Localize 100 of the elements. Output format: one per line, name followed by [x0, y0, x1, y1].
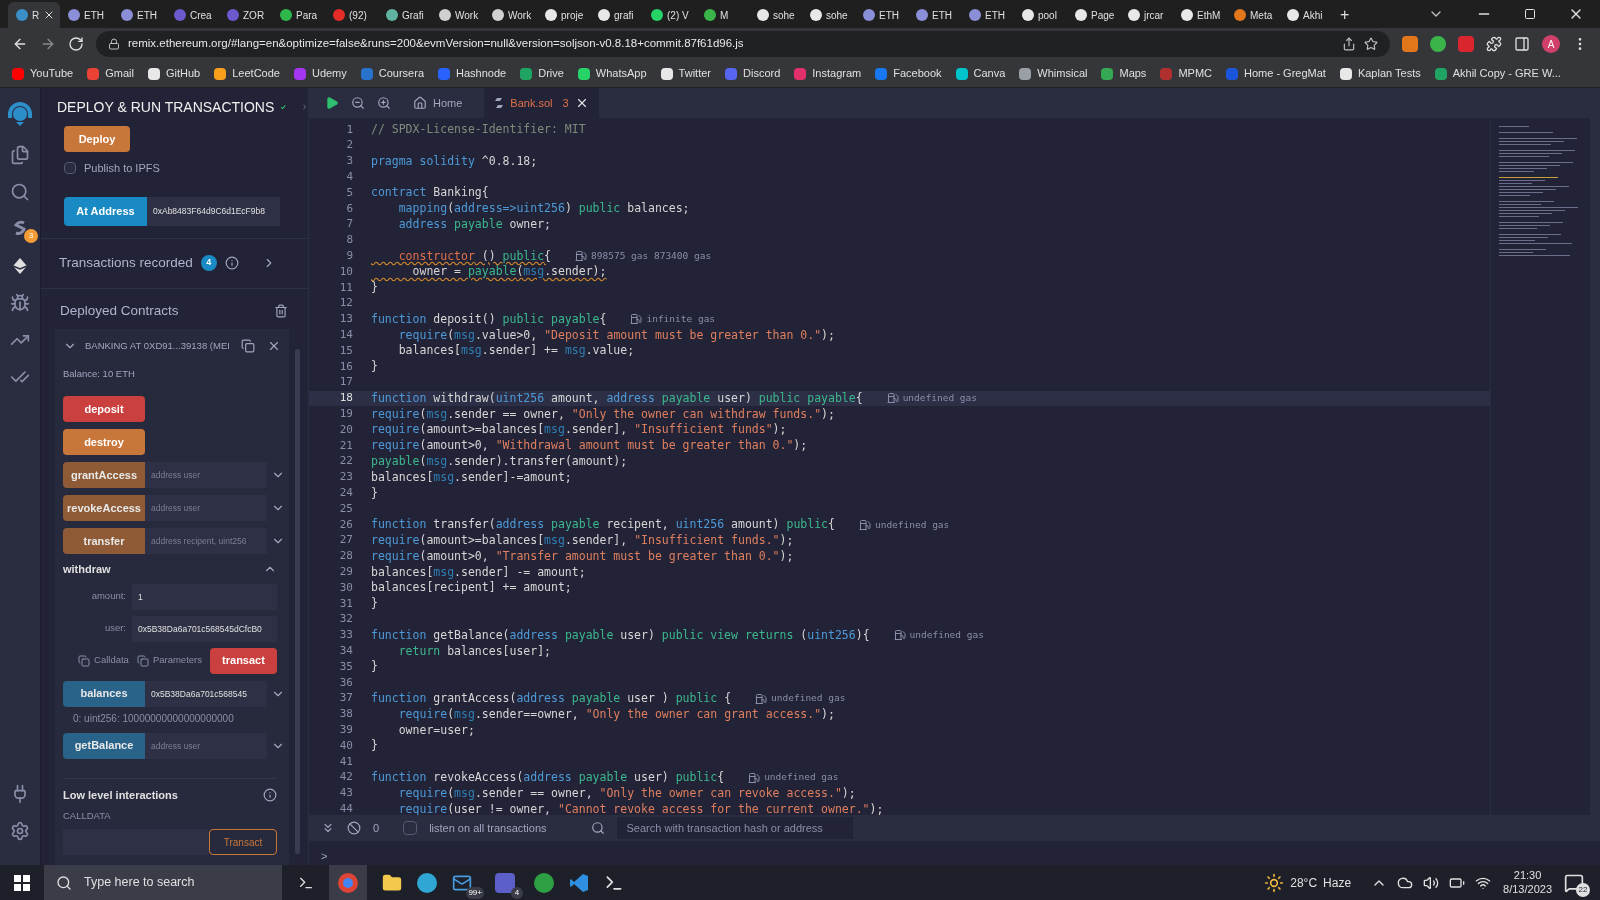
clear-icon[interactable]	[347, 821, 361, 835]
function-button[interactable]: revokeAccess	[63, 495, 145, 521]
browser-tab[interactable]: grafi	[590, 2, 643, 28]
extensions-icon[interactable]	[1486, 36, 1502, 52]
parameters-button[interactable]: Parameters	[136, 653, 202, 668]
param-field[interactable]: 0x5B38Da6a701c568545dCfcB0	[132, 615, 277, 642]
bookmark[interactable]: Drive	[520, 65, 564, 82]
browser-tab[interactable]: ZOR	[219, 2, 272, 28]
browser-tab[interactable]: Para	[272, 2, 325, 28]
address-input[interactable]: 0xAb8483F64d9C6d1EcF9b8	[147, 196, 280, 226]
at-address-button[interactable]: At Address	[64, 196, 147, 226]
argument-field[interactable]: address recipent, uint256	[145, 528, 267, 554]
function-button[interactable]: grantAccess	[63, 462, 145, 488]
address-field[interactable]: remix.ethereum.org/#lang=en&optimize=false&runs=200&evmVersion=null&version=soljson-v0.8.18+commit.87f61d96.js	[96, 31, 1390, 57]
bookmark[interactable]: Instagram	[794, 65, 862, 82]
bookmark[interactable]: Gmail	[87, 65, 134, 82]
checkbox[interactable]	[64, 162, 76, 175]
calldata-field[interactable]	[63, 829, 209, 856]
browser-tab[interactable]: proje	[537, 2, 590, 28]
param-field[interactable]: 1	[132, 583, 277, 610]
bookmark[interactable]: LeetCode	[214, 65, 280, 82]
argument-field[interactable]: 0x5B38Da6a701c568545	[145, 680, 267, 707]
browser-tab[interactable]: (2) V	[643, 2, 696, 28]
forward-icon[interactable]	[40, 36, 56, 52]
argument-field[interactable]: address user	[145, 462, 267, 488]
search-icon[interactable]	[10, 182, 30, 202]
calldata-button[interactable]: Calldata	[78, 653, 129, 668]
info-icon[interactable]	[263, 787, 277, 802]
folder-icon[interactable]	[382, 872, 402, 893]
browser-tab[interactable]: Page	[1067, 2, 1120, 28]
copy-icon[interactable]	[241, 338, 255, 353]
bookmark[interactable]: Whimsical	[1019, 65, 1088, 82]
delete-icon[interactable]	[274, 303, 288, 318]
bookmark[interactable]: Coursera	[360, 65, 425, 82]
browser-tab[interactable]: sohe	[749, 2, 802, 28]
share-icon[interactable]	[1342, 37, 1356, 51]
browser-tab[interactable]: ETH	[908, 2, 961, 28]
windows-start-icon[interactable]	[14, 874, 30, 891]
bookmark[interactable]: WhatsApp	[577, 65, 647, 82]
browser-tab[interactable]: jrcar	[1120, 2, 1173, 28]
vscode-icon[interactable]	[569, 872, 589, 893]
bookmark[interactable]: Kaplan Tests	[1339, 65, 1421, 82]
checkbox[interactable]	[403, 821, 418, 835]
browser-tab[interactable]: R	[8, 2, 60, 28]
extension-icon[interactable]	[1402, 36, 1418, 52]
bookmark[interactable]: Twitter	[660, 65, 711, 82]
contract-name[interactable]: BANKING AT 0XD91...39138 (MEI	[85, 338, 230, 353]
browser-tab[interactable]: M	[696, 2, 749, 28]
argument-field[interactable]: address user	[145, 495, 267, 521]
profile-avatar[interactable]: A	[1542, 35, 1560, 53]
debugger-icon[interactable]	[10, 293, 30, 313]
collapse-icon[interactable]	[321, 821, 335, 835]
lock-icon[interactable]	[108, 38, 120, 50]
bookmark[interactable]: Facebook	[875, 65, 942, 82]
bookmark[interactable]: Home - GregMat	[1226, 65, 1326, 82]
transact-button[interactable]: Transact	[209, 829, 277, 856]
browser-tab[interactable]: pool	[1014, 2, 1067, 28]
browser-tab[interactable]: Grafi	[378, 2, 431, 28]
browser-tab[interactable]: Work	[431, 2, 484, 28]
deploy-icon[interactable]	[10, 256, 30, 276]
bookmark[interactable]: YouTube	[12, 65, 74, 82]
bookmark[interactable]: Maps	[1101, 65, 1147, 82]
settings-icon[interactable]	[10, 821, 30, 841]
browser-tab[interactable]: ETH	[113, 2, 166, 28]
argument-field[interactable]: address user	[145, 732, 267, 759]
browser-tab[interactable]: (92)	[325, 2, 378, 28]
function-button[interactable]: balances	[63, 680, 145, 707]
zoom-out-icon[interactable]	[351, 96, 365, 110]
chrome-icon[interactable]	[329, 865, 367, 900]
bookmark[interactable]: Discord	[725, 65, 781, 82]
app-icon[interactable]	[495, 872, 515, 893]
browser-tab[interactable]: ETH	[855, 2, 908, 28]
function-button[interactable]: transfer	[63, 528, 145, 554]
file-explorer-icon[interactable]	[10, 145, 30, 165]
maximize-icon[interactable]	[1524, 8, 1536, 20]
transaction-search-field[interactable]: Search with transaction hash or address	[616, 817, 853, 839]
bookmark[interactable]: GitHub	[147, 65, 201, 82]
back-icon[interactable]	[12, 36, 28, 52]
browser-tab[interactable]: Work	[484, 2, 537, 28]
bookmark[interactable]: Canva	[955, 65, 1006, 82]
extension-icon[interactable]	[1430, 36, 1446, 52]
browser-tab[interactable]: Crea	[166, 2, 219, 28]
new-tab-button[interactable]: +	[1332, 2, 1358, 28]
run-icon[interactable]	[325, 96, 339, 110]
function-button[interactable]: getBalance	[63, 732, 145, 759]
bookmark[interactable]: MPMC	[1160, 65, 1212, 82]
reload-icon[interactable]	[68, 36, 84, 52]
volume-icon[interactable]	[1423, 874, 1440, 891]
browser-tab[interactable]: ETH	[961, 2, 1014, 28]
bookmark[interactable]: Hashnode	[438, 65, 507, 82]
bookmark[interactable]: Akhil Copy - GRE W...	[1434, 65, 1561, 82]
taskbar-search-field[interactable]: Type here to search	[44, 865, 282, 900]
browser-tab[interactable]: EthM	[1173, 2, 1226, 28]
browser-tab[interactable]: Meta	[1226, 2, 1279, 28]
browser-tab[interactable]: sohe	[802, 2, 855, 28]
star-icon[interactable]	[1364, 37, 1378, 51]
zoom-in-icon[interactable]	[377, 96, 391, 110]
bookmark[interactable]: Udemy	[293, 65, 347, 82]
browser-tab[interactable]: ETH	[60, 2, 113, 28]
transact-button[interactable]: transact	[210, 647, 277, 674]
